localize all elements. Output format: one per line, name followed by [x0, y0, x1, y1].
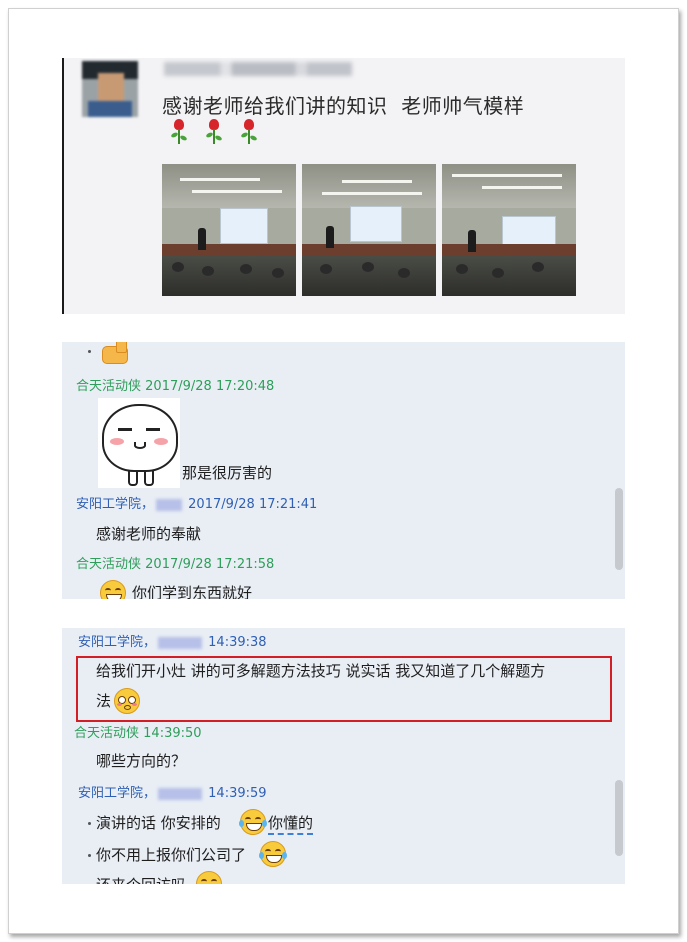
sender-name[interactable]: 合天活动侠 — [76, 557, 141, 572]
message-time: 14:39:59 — [208, 786, 267, 801]
message-header: 安阳工学院， 14:39:38 — [78, 631, 267, 650]
message-header: 安阳工学院， 2017/9/28 17:21:41 — [76, 493, 317, 512]
scrollbar-thumb[interactable] — [615, 488, 623, 570]
post-caption: 感谢老师给我们讲的知识 老师帅气模样 — [162, 94, 525, 118]
lecture-photo[interactable] — [302, 164, 436, 296]
message-time: 2017/9/28 17:20:48 — [145, 379, 275, 394]
rose-icon — [236, 118, 262, 144]
blurred-name — [156, 498, 183, 511]
scrollbar-thumb[interactable] — [615, 780, 623, 856]
message-time: 2017/9/28 17:21:41 — [188, 497, 318, 512]
lecture-photo[interactable] — [442, 164, 576, 296]
thumbs-up-icon — [98, 342, 132, 364]
left-border — [62, 58, 64, 314]
rose-icon — [201, 118, 227, 144]
blurred-name — [158, 787, 203, 800]
rose-emoji-row — [166, 118, 266, 148]
message-text: 哪些方向的？ — [96, 752, 187, 770]
laugh-cry-emoji-icon — [259, 841, 287, 867]
sender-name[interactable]: 安阳工学院， — [78, 635, 156, 650]
message-time: 2017/9/28 17:21:58 — [145, 557, 275, 572]
message-text: 那是很厉害的 — [182, 464, 273, 482]
message-line: 你不用上报你们公司了 — [96, 846, 247, 864]
rose-icon — [166, 118, 192, 144]
sticker-bun-face — [98, 398, 180, 488]
laugh-cry-emoji-icon — [196, 871, 222, 884]
sender-name[interactable]: 安阳工学院， — [76, 497, 154, 512]
message-time: 14:39:38 — [208, 635, 267, 650]
message-header: 合天活动侠 2017/9/28 17:20:48 — [76, 375, 274, 394]
sender-name[interactable]: 安阳工学院， — [78, 786, 156, 801]
sender-name[interactable]: 合天活动侠 — [74, 726, 139, 741]
message-text: 你们学到东西就好 — [132, 584, 253, 599]
moment-post: 感谢老师给我们讲的知识 老师帅气模样 — [62, 58, 625, 314]
message-time: 14:39:50 — [143, 726, 202, 741]
grin-emoji-icon — [100, 580, 126, 599]
sender-name[interactable]: 合天活动侠 — [76, 379, 141, 394]
lecture-photo[interactable] — [162, 164, 296, 296]
chat-panel-history[interactable]: 合天活动侠 2017/9/28 17:20:48 那是很厉害的 安阳工学院， 2… — [62, 342, 625, 599]
highlight-box — [76, 656, 612, 722]
message-line: 还来个回访吗 — [96, 874, 186, 884]
message-line-link[interactable]: 你懂的 — [268, 812, 314, 835]
message-header: 合天活动侠 2017/9/28 17:21:58 — [76, 553, 274, 572]
avatar[interactable] — [82, 61, 138, 117]
blurred-name — [158, 636, 203, 649]
message-header: 安阳工学院， 14:39:59 — [78, 782, 267, 801]
blurred-username — [164, 62, 352, 76]
message-text: 感谢老师的奉献 — [96, 525, 202, 543]
message-line: 演讲的话 你安排的 — [96, 814, 221, 832]
laugh-cry-emoji-icon — [239, 809, 267, 835]
message-header: 合天活动侠 14:39:50 — [74, 722, 202, 741]
